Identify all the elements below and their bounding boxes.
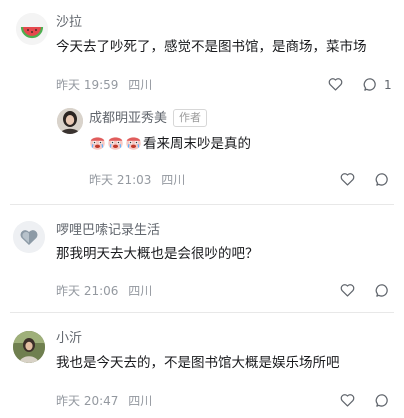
crying-face-emoji-icon bbox=[90, 136, 105, 150]
heart-outline-icon bbox=[340, 284, 355, 297]
heart-outline-icon bbox=[328, 78, 343, 91]
person-avatar-icon bbox=[13, 331, 45, 363]
user-avatar[interactable] bbox=[13, 221, 45, 253]
speech-bubble-icon bbox=[363, 78, 376, 91]
comment-meta: 昨天 21:06 四川 bbox=[56, 283, 152, 299]
crying-face-emoji-icon bbox=[126, 136, 141, 150]
author-badge: 作者 bbox=[173, 109, 208, 127]
reply-time: 昨天 21:03 bbox=[89, 173, 152, 187]
person-avatar-icon bbox=[57, 108, 83, 134]
crying-face-emoji-icon bbox=[108, 136, 123, 150]
heart-outline-icon bbox=[340, 173, 355, 186]
heart-avatar-icon bbox=[13, 221, 45, 253]
comment-item: 啰哩巴嗦记录生活 那我明天去大概也是会很吵的吧？ 昨天 21:06 四川 bbox=[0, 205, 404, 310]
comment-text: 我也是今天去的，不是图书馆大概是娱乐场所吧 bbox=[56, 355, 340, 371]
like-button[interactable] bbox=[340, 283, 355, 297]
comment-meta: 昨天 19:59 四川 bbox=[56, 77, 152, 93]
comment-username[interactable]: 沙拉 bbox=[56, 14, 82, 32]
reply-button[interactable] bbox=[375, 172, 390, 187]
speech-bubble-icon bbox=[375, 173, 388, 186]
reply-button[interactable] bbox=[375, 393, 390, 408]
reply-count: 1 bbox=[384, 77, 392, 92]
comment-location: 四川 bbox=[128, 284, 153, 298]
reply-username-text: 成都明亚秀美 bbox=[89, 111, 168, 126]
reply-location: 四川 bbox=[161, 173, 186, 187]
comment-username[interactable]: 啰哩巴嗦记录生活 bbox=[56, 222, 160, 240]
user-avatar[interactable] bbox=[13, 331, 45, 363]
comment-text: 那我明天去大概也是会很吵的吧？ bbox=[56, 246, 259, 262]
comment-time: 昨天 21:06 bbox=[56, 284, 119, 298]
comment-text: 今天去了吵死了，感觉不是图书馆，是商场，菜市场 bbox=[56, 39, 367, 55]
watermelon-avatar-icon bbox=[16, 13, 48, 45]
reply-text-content: 看来周末吵是真的 bbox=[143, 136, 251, 152]
like-button[interactable] bbox=[328, 77, 343, 91]
reply-avatar[interactable] bbox=[57, 108, 83, 134]
heart-outline-icon bbox=[340, 394, 355, 407]
comment-location: 四川 bbox=[128, 78, 153, 92]
speech-bubble-icon bbox=[375, 284, 388, 297]
like-button[interactable] bbox=[340, 393, 355, 407]
reply-button[interactable]: 1 bbox=[363, 77, 392, 92]
speech-bubble-icon bbox=[375, 394, 388, 407]
reply-username[interactable]: 成都明亚秀美 作者 bbox=[89, 109, 208, 128]
comment-username[interactable]: 小沂 bbox=[56, 330, 82, 348]
reply-meta: 昨天 21:03 四川 bbox=[89, 172, 185, 188]
reply-button[interactable] bbox=[375, 283, 390, 298]
reply-text: 看来周末吵是真的 bbox=[89, 134, 251, 154]
comment-item: 小沂 我也是今天去的，不是图书馆大概是娱乐场所吧 昨天 20:47 四川 bbox=[0, 313, 404, 418]
user-avatar[interactable] bbox=[16, 13, 48, 45]
comment-location: 四川 bbox=[128, 394, 153, 408]
comment-item: 沙拉 今天去了吵死了，感觉不是图书馆，是商场，菜市场 昨天 19:59 四川 1… bbox=[0, 0, 404, 195]
like-button[interactable] bbox=[340, 172, 355, 186]
comment-meta: 昨天 20:47 四川 bbox=[56, 393, 152, 409]
comment-time: 昨天 20:47 bbox=[56, 394, 119, 408]
comment-time: 昨天 19:59 bbox=[56, 78, 119, 92]
